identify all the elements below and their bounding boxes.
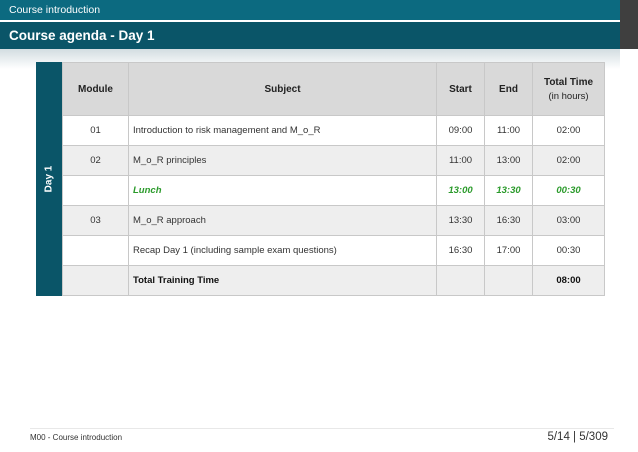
footer-label: M00 - Course introduction (30, 433, 123, 442)
subject-cell: M_o_R principles (128, 145, 437, 176)
agenda-table: Module Subject Start End Total Time (in … (62, 62, 605, 296)
module-cell: 03 (62, 205, 129, 236)
module-cell (62, 235, 129, 266)
subject-cell: Recap Day 1 (including sample exam quest… (128, 235, 437, 266)
subject-cell: M_o_R approach (128, 205, 437, 236)
total-cell: 03:00 (532, 205, 605, 236)
page-number: 5/14 | 5/309 (547, 431, 608, 443)
column-header-subject: Subject (128, 62, 437, 116)
total-cell: 08:00 (532, 265, 605, 296)
table-row: 02 M_o_R principles 11:00 13:00 02:00 (62, 145, 605, 176)
section-header: Course introduction (0, 0, 620, 20)
total-cell: 00:30 (532, 175, 605, 206)
start-cell: 13:00 (436, 175, 485, 206)
start-cell: 13:30 (436, 205, 485, 236)
table-row: Recap Day 1 (including sample exam quest… (62, 235, 605, 266)
end-cell: 11:00 (484, 115, 533, 146)
end-cell: 13:00 (484, 145, 533, 176)
total-cell: 00:30 (532, 235, 605, 266)
subject-cell: Lunch (128, 175, 437, 206)
total-time-unit: (in hours) (548, 90, 589, 102)
subject-cell: Total Training Time (128, 265, 437, 296)
total-cell: 02:00 (532, 115, 605, 146)
table-row: 03 M_o_R approach 13:30 16:30 03:00 (62, 205, 605, 236)
table-header-row: Module Subject Start End Total Time (in … (62, 62, 605, 116)
table-row-total: Total Training Time 08:00 (62, 265, 605, 296)
column-header-start: Start (436, 62, 485, 116)
module-cell (62, 265, 129, 296)
footer-divider (30, 428, 614, 429)
module-cell: 02 (62, 145, 129, 176)
day-label: Day 1 (43, 165, 55, 193)
column-header-module: Module (62, 62, 129, 116)
module-cell (62, 175, 129, 206)
total-cell: 02:00 (532, 145, 605, 176)
table-row-lunch: Lunch 13:00 13:30 00:30 (62, 175, 605, 206)
day-side-bar: Day 1 (36, 62, 62, 296)
subject-cell: Introduction to risk management and M_o_… (128, 115, 437, 146)
start-cell: 09:00 (436, 115, 485, 146)
total-time-label: Total Time (543, 76, 594, 88)
module-cell: 01 (62, 115, 129, 146)
column-header-end: End (484, 62, 533, 116)
end-cell: 17:00 (484, 235, 533, 266)
start-cell: 16:30 (436, 235, 485, 266)
end-cell: 16:30 (484, 205, 533, 236)
page-title: Course agenda - Day 1 (0, 22, 620, 49)
end-cell: 13:30 (484, 175, 533, 206)
column-header-total-time: Total Time (in hours) (532, 62, 605, 116)
start-cell (436, 265, 485, 296)
header-accent-bar (620, 0, 638, 49)
start-cell: 11:00 (436, 145, 485, 176)
table-row: 01 Introduction to risk management and M… (62, 115, 605, 146)
end-cell (484, 265, 533, 296)
